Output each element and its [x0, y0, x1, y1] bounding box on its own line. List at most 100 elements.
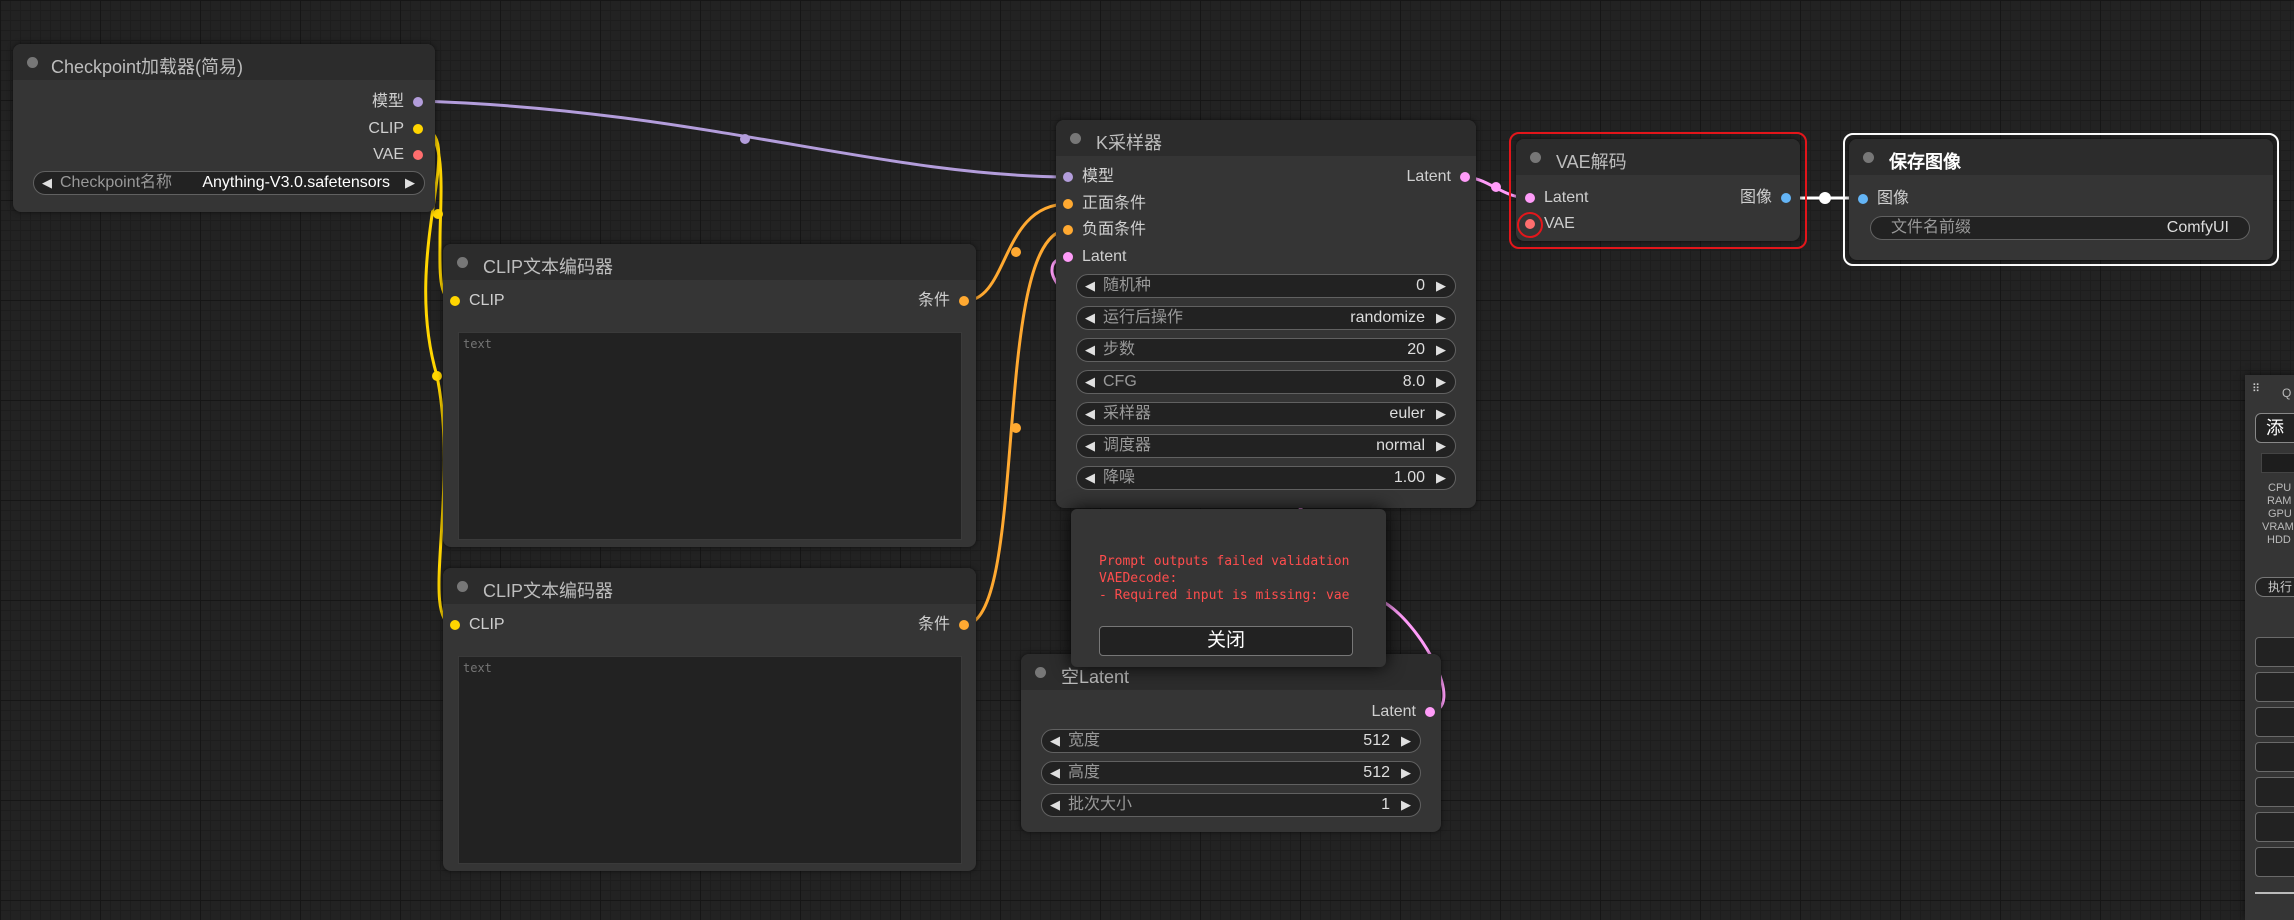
execution-options-button[interactable]: 执行: [2255, 577, 2294, 597]
input-slot-image[interactable]: 图像: [1858, 189, 1909, 209]
output-slot-latent[interactable]: Latent: [1407, 167, 1470, 187]
latent-slot-dot-icon[interactable]: [1063, 251, 1073, 262]
input-slot-clip[interactable]: CLIP: [450, 291, 505, 311]
node-title-bar[interactable]: CLIP文本编码器: [443, 568, 976, 604]
arrow-left-icon[interactable]: ◀: [1085, 467, 1095, 489]
latent-slot-dot-icon[interactable]: [1525, 192, 1535, 203]
collapse-dot-icon[interactable]: [1070, 133, 1081, 144]
arrow-left-icon[interactable]: ◀: [42, 172, 52, 194]
clip-slot-dot-icon[interactable]: [450, 295, 460, 306]
collapse-dot-icon[interactable]: [27, 57, 38, 68]
latent-slot-dot-icon[interactable]: [1460, 171, 1470, 182]
save-image-node[interactable]: 保存图像 图像 文件名前缀 ComfyUI: [1849, 139, 2273, 260]
image-slot-dot-icon[interactable]: [1781, 192, 1791, 203]
prompt-textarea[interactable]: [458, 656, 962, 864]
arrow-left-icon[interactable]: ◀: [1085, 435, 1095, 457]
input-slot-model[interactable]: 模型: [1063, 167, 1114, 187]
node-title-bar[interactable]: K采样器: [1056, 120, 1476, 156]
arrow-left-icon[interactable]: ◀: [1085, 339, 1095, 361]
steps-widget[interactable]: ◀ 步数 20 ▶: [1076, 338, 1456, 362]
conditioning-slot-dot-icon[interactable]: [959, 619, 969, 630]
drag-handle-icon[interactable]: ⠿: [2252, 382, 2260, 395]
wire-clip-2-midpoint[interactable]: [432, 371, 442, 381]
ckpt-name-combo[interactable]: ◀ Checkpoint名称 Anything-V3.0.safetensors…: [33, 171, 425, 195]
arrow-right-icon[interactable]: ▶: [1436, 435, 1446, 457]
clip-slot-dot-icon[interactable]: [413, 123, 423, 134]
output-slot-image[interactable]: 图像: [1740, 188, 1791, 208]
batch-size-widget[interactable]: ◀ 批次大小 1 ▶: [1041, 793, 1421, 817]
empty-latent-node[interactable]: 空Latent Latent ◀ 宽度 512 ▶ ◀ 高度 512 ▶ ◀ 批次大小 1 ▶: [1021, 654, 1441, 832]
vae-decode-node[interactable]: VAE解码 Latent VAE 图像: [1516, 139, 1800, 241]
panel-button-7[interactable]: [2255, 847, 2294, 877]
panel-button-2[interactable]: [2255, 672, 2294, 702]
clip-text-encoder-node-1[interactable]: CLIP文本编码器 CLIP 条件: [443, 244, 976, 547]
wire-image-midpoint[interactable]: [1819, 192, 1831, 204]
vae-slot-dot-icon[interactable]: [413, 149, 423, 160]
node-title-bar[interactable]: Checkpoint加载器(简易): [13, 44, 435, 80]
output-slot-latent[interactable]: Latent: [1372, 702, 1435, 722]
panel-button-4[interactable]: [2255, 742, 2294, 772]
output-slot-conditioning[interactable]: 条件: [918, 291, 969, 311]
input-slot-clip[interactable]: CLIP: [450, 615, 505, 635]
input-slot-latent[interactable]: Latent: [1063, 247, 1126, 267]
arrow-left-icon[interactable]: ◀: [1050, 762, 1060, 784]
arrow-right-icon[interactable]: ▶: [1436, 339, 1446, 361]
input-slot-positive[interactable]: 正面条件: [1063, 194, 1146, 214]
conditioning-slot-dot-icon[interactable]: [1063, 198, 1073, 209]
latent-slot-dot-icon[interactable]: [1425, 706, 1435, 717]
arrow-right-icon[interactable]: ▶: [1401, 762, 1411, 784]
arrow-left-icon[interactable]: ◀: [1050, 794, 1060, 816]
checkpoint-loader-node[interactable]: Checkpoint加载器(简易) 模型 CLIP VAE ◀ Checkpoi…: [13, 44, 435, 212]
panel-button-3[interactable]: [2255, 707, 2294, 737]
node-title-bar[interactable]: 保存图像: [1849, 139, 2273, 175]
width-widget[interactable]: ◀ 宽度 512 ▶: [1041, 729, 1421, 753]
wire-clip-1-midpoint[interactable]: [433, 209, 443, 219]
collapse-dot-icon[interactable]: [457, 257, 468, 268]
input-slot-negative[interactable]: 负面条件: [1063, 220, 1146, 240]
arrow-left-icon[interactable]: ◀: [1085, 275, 1095, 297]
output-slot-conditioning[interactable]: 条件: [918, 615, 969, 635]
panel-button-5[interactable]: [2255, 777, 2294, 807]
arrow-left-icon[interactable]: ◀: [1050, 730, 1060, 752]
output-slot-vae[interactable]: VAE: [373, 145, 423, 165]
panel-button-1[interactable]: [2255, 637, 2294, 667]
node-title-bar[interactable]: CLIP文本编码器: [443, 244, 976, 280]
ksampler-node[interactable]: K采样器 模型 正面条件 负面条件 Latent Latent ◀ 随机种 0 ▶ ◀…: [1056, 120, 1476, 508]
model-slot-dot-icon[interactable]: [413, 96, 423, 107]
arrow-left-icon[interactable]: ◀: [1085, 307, 1095, 329]
arrow-left-icon[interactable]: ◀: [1085, 403, 1095, 425]
panel-button-6[interactable]: [2255, 812, 2294, 842]
image-slot-dot-icon[interactable]: [1858, 193, 1868, 204]
conditioning-slot-dot-icon[interactable]: [959, 295, 969, 306]
add-to-queue-button[interactable]: 添: [2255, 413, 2294, 443]
clip-text-encoder-node-2[interactable]: CLIP文本编码器 CLIP 条件: [443, 568, 976, 871]
height-widget[interactable]: ◀ 高度 512 ▶: [1041, 761, 1421, 785]
wire-positive-midpoint[interactable]: [1011, 247, 1021, 257]
node-title-bar[interactable]: VAE解码: [1516, 139, 1800, 175]
collapse-dot-icon[interactable]: [1863, 152, 1874, 163]
arrow-right-icon[interactable]: ▶: [1436, 371, 1446, 393]
seed-widget[interactable]: ◀ 随机种 0 ▶: [1076, 274, 1456, 298]
output-slot-model[interactable]: 模型: [372, 92, 423, 112]
collapse-dot-icon[interactable]: [1035, 667, 1046, 678]
batch-count-input[interactable]: [2261, 453, 2294, 473]
close-button[interactable]: 关闭: [1099, 626, 1353, 656]
arrow-right-icon[interactable]: ▶: [1436, 275, 1446, 297]
arrow-right-icon[interactable]: ▶: [1401, 794, 1411, 816]
cfg-widget[interactable]: ◀ CFG 8.0 ▶: [1076, 370, 1456, 394]
wire-latent-out-midpoint[interactable]: [1491, 182, 1501, 192]
input-slot-latent[interactable]: Latent: [1525, 188, 1588, 208]
model-slot-dot-icon[interactable]: [1063, 171, 1073, 182]
arrow-left-icon[interactable]: ◀: [1085, 371, 1095, 393]
arrow-right-icon[interactable]: ▶: [405, 172, 415, 194]
collapse-dot-icon[interactable]: [1530, 152, 1541, 163]
denoise-widget[interactable]: ◀ 降噪 1.00 ▶: [1076, 466, 1456, 490]
arrow-right-icon[interactable]: ▶: [1401, 730, 1411, 752]
arrow-right-icon[interactable]: ▶: [1436, 403, 1446, 425]
conditioning-slot-dot-icon[interactable]: [1063, 224, 1073, 235]
filename-prefix-widget[interactable]: 文件名前缀 ComfyUI: [1870, 216, 2250, 240]
wire-model-midpoint[interactable]: [740, 134, 750, 144]
output-slot-clip[interactable]: CLIP: [368, 119, 423, 139]
scheduler-widget[interactable]: ◀ 调度器 normal ▶: [1076, 434, 1456, 458]
wire-negative-midpoint[interactable]: [1011, 423, 1021, 433]
